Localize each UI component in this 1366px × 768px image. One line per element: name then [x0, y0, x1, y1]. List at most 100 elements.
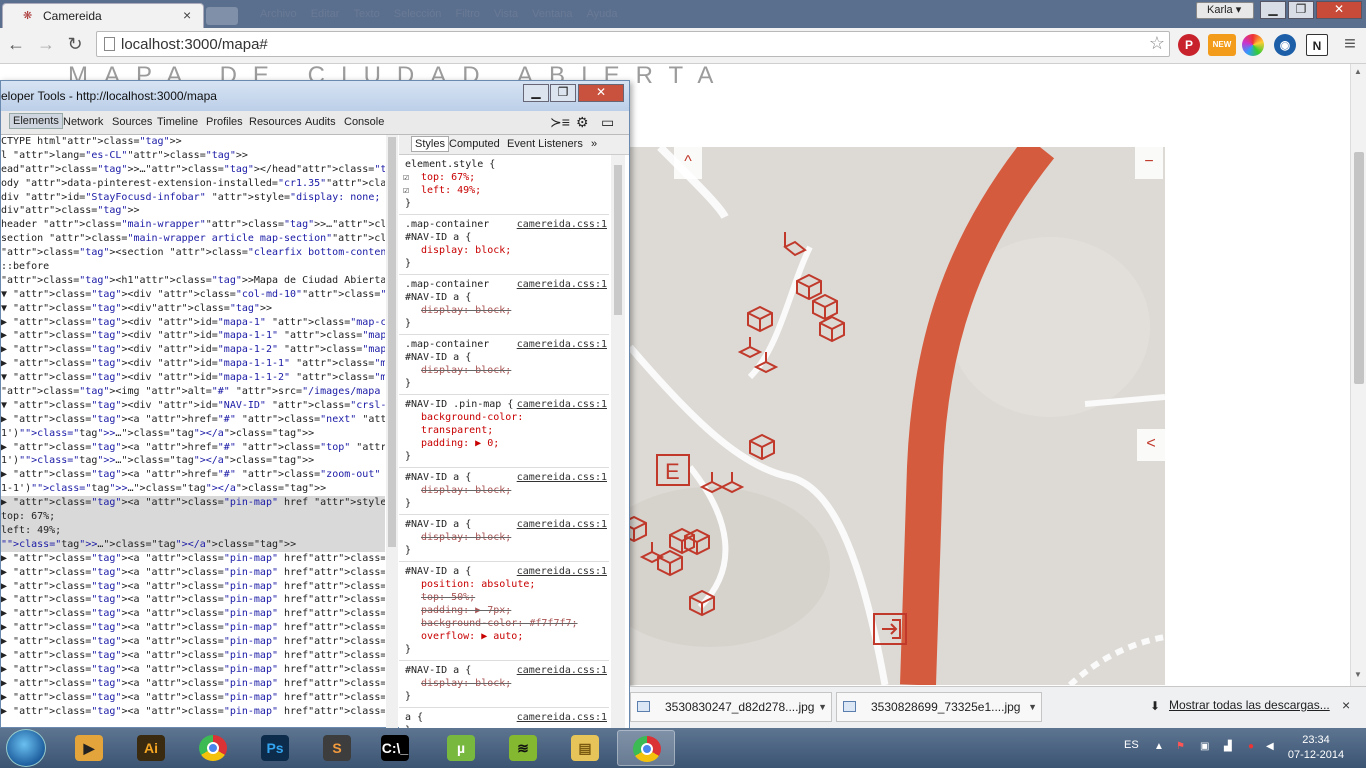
style-rule[interactable]: element.style {☑ top: 67%; ☑ left: 49%;}: [399, 157, 609, 215]
undock-icon[interactable]: ▭: [601, 114, 614, 131]
taskbar-chrome-button[interactable]: [184, 730, 242, 766]
n-extension-icon[interactable]: N: [1306, 34, 1328, 56]
devtools-tab-sources[interactable]: Sources: [112, 116, 152, 128]
css-property[interactable]: transparent;: [421, 425, 493, 436]
dom-node-line[interactable]: ▶ "attr">class="tag"><a "attr">class="pi…: [1, 635, 385, 649]
map-next-button[interactable]: <: [1137, 429, 1165, 461]
dom-node-line[interactable]: ▶ "attr">class="tag"><a "attr">class="pi…: [1, 649, 385, 663]
dom-node-line[interactable]: CTYPE html"attr">class="tag">>: [1, 135, 385, 149]
rule-source-link[interactable]: camereida.css:1: [517, 566, 607, 577]
dom-node-line[interactable]: "">class="tag">>…">class="tag"></a">clas…: [1, 537, 385, 552]
styles-tab-computed[interactable]: Computed: [449, 138, 500, 150]
download-item[interactable]: 3530828699_73325e1....jpg ▼: [836, 692, 1042, 722]
css-property[interactable]: ☑ top: 67%;: [403, 172, 475, 183]
address-url[interactable]: localhost:3000/mapa#: [121, 36, 268, 53]
style-rule[interactable]: .map-container camereida.css:1 #NAV-ID a {…: [399, 277, 609, 335]
show-all-downloads-link[interactable]: Mostrar todas las descargas...: [1169, 698, 1330, 712]
devtools-minimize-button[interactable]: ▁: [523, 84, 549, 102]
profile-button[interactable]: Karla ▾: [1196, 2, 1254, 19]
rule-source-link[interactable]: camereida.css:1: [517, 279, 607, 290]
dom-node-line[interactable]: ▶ "attr">class="tag"><a "attr">class="pi…: [1, 496, 385, 511]
dom-node-line[interactable]: ▶ "attr">class="tag"><a "attr">class="pi…: [1, 677, 385, 691]
rule-source-link[interactable]: camereida.css:1: [517, 665, 607, 676]
css-property[interactable]: background-color:: [421, 412, 523, 423]
reload-icon[interactable]: ↻: [63, 32, 87, 56]
devtools-tab-resources[interactable]: Resources: [249, 116, 302, 128]
dom-node-line[interactable]: ▶ "attr">class="tag"><a "attr">class="pi…: [1, 566, 385, 580]
page-scrollbar[interactable]: ▲ ▼: [1350, 64, 1366, 686]
css-property[interactable]: ☑ left: 49%;: [403, 185, 481, 196]
styles-tab-styles[interactable]: Styles: [411, 136, 449, 152]
css-property[interactable]: display: block;: [421, 365, 511, 376]
elements-scrollbar[interactable]: [386, 135, 398, 729]
browser-tab-camereida[interactable]: ❋ Camereida ×: [2, 3, 204, 28]
dom-node-line[interactable]: ▶ "attr">class="tag"><a "attr">href="#" …: [1, 413, 385, 427]
taskbar-illustrator-button[interactable]: Ai: [122, 730, 180, 766]
dom-node-line[interactable]: div"attr">class="tag">>: [1, 204, 385, 218]
chrome-menu-icon[interactable]: ≡: [1338, 32, 1362, 56]
css-property[interactable]: position: absolute;: [421, 579, 535, 590]
css-property[interactable]: padding: ▶ 7px;: [421, 605, 511, 616]
pin-letter[interactable]: E: [665, 459, 680, 484]
dom-node-line[interactable]: ▼ "attr">class="tag"><div "attr">id="NAV…: [1, 399, 385, 413]
dom-node-line[interactable]: ▶ "attr">class="tag"><a "attr">href="#" …: [1, 468, 385, 482]
download-bar-close-icon[interactable]: ×: [1342, 697, 1350, 713]
taskbar-media-player-button[interactable]: ▶: [60, 730, 118, 766]
dom-node-line[interactable]: ▼ "attr">class="tag"><div "attr">id="map…: [1, 371, 385, 385]
styles-scrollbar[interactable]: [611, 155, 625, 729]
taskbar-chrome-active-button[interactable]: [617, 730, 675, 766]
css-property[interactable]: top: 50%;: [421, 592, 475, 603]
style-rule[interactable]: #NAV-ID a {camereida.css:1 display: block…: [399, 470, 609, 515]
tray-expand-icon[interactable]: ▲: [1154, 741, 1166, 753]
tray-app-icon[interactable]: ●: [1248, 741, 1260, 753]
forward-arrow-icon[interactable]: →: [34, 32, 58, 56]
devtools-tab-network[interactable]: Network: [63, 116, 103, 128]
new-extension-icon[interactable]: NEW: [1208, 34, 1236, 56]
dom-node-line[interactable]: ▼ "attr">class="tag"><div "attr">class="…: [1, 288, 385, 302]
styles-tab-event-listeners[interactable]: Event Listeners: [507, 138, 583, 150]
dom-node-line[interactable]: "attr">class="tag"><h1"attr">class="tag"…: [1, 274, 385, 288]
download-item[interactable]: 3530830247_d82d278....jpg ▼: [630, 692, 832, 722]
colorpicker-extension-icon[interactable]: [1242, 34, 1264, 56]
scroll-up-icon[interactable]: ▲: [1354, 67, 1362, 76]
dom-node-line[interactable]: section "attr">class="main-wrapper artic…: [1, 232, 385, 246]
dom-node-line[interactable]: ▶ "attr">class="tag"><div "attr">id="map…: [1, 329, 385, 343]
dom-node-line[interactable]: ▶ "attr">class="tag"><a "attr">class="pi…: [1, 621, 385, 635]
devtools-tab-console[interactable]: Console: [344, 116, 384, 128]
style-rule[interactable]: .map-container camereida.css:1 #NAV-ID a {…: [399, 217, 609, 275]
devtools-tab-timeline[interactable]: Timeline: [157, 116, 198, 128]
taskbar-spotify-button[interactable]: ≋: [494, 730, 552, 766]
back-arrow-icon[interactable]: ←: [4, 32, 28, 56]
style-rule[interactable]: a {camereida.css:1}: [399, 710, 609, 729]
dom-node-line[interactable]: ▶ "attr">class="tag"><a "attr">class="pi…: [1, 663, 385, 677]
style-rule[interactable]: #NAV-ID a {camereida.css:1 display: block…: [399, 663, 609, 708]
dom-node-line[interactable]: ▶ "attr">class="tag"><a "attr">class="pi…: [1, 691, 385, 705]
dom-node-line[interactable]: div "attr">id="StayFocusd-infobar" "attr…: [1, 191, 385, 205]
dom-node-line[interactable]: ody "attr">data-pinterest-extension-inst…: [1, 177, 385, 191]
window-maximize-button[interactable]: ❐: [1288, 1, 1314, 19]
rule-source-link[interactable]: camereida.css:1: [517, 712, 607, 723]
taskbar-utorrent-button[interactable]: µ: [432, 730, 490, 766]
taskbar-sublime-button[interactable]: S: [308, 730, 366, 766]
dom-node-line[interactable]: "attr">class="tag"><img "attr">alt="#" "…: [1, 385, 385, 399]
dom-node-line[interactable]: ▶ "attr">class="tag"><div "attr">id="map…: [1, 343, 385, 357]
elements-panel[interactable]: CTYPE html"attr">class="tag">> l "attr">l…: [1, 135, 385, 729]
address-bar[interactable]: localhost:3000/mapa# ☆: [96, 31, 1170, 57]
dom-node-line[interactable]: "attr">class="tag"><section "attr">class…: [1, 246, 385, 260]
download-menu-icon[interactable]: ▼: [1028, 693, 1037, 721]
dom-node-line[interactable]: 1')"">class="tag">>…">class="tag"></a">c…: [1, 454, 385, 468]
window-close-button[interactable]: ✕: [1316, 1, 1362, 19]
rule-source-link[interactable]: camereida.css:1: [517, 339, 607, 350]
map-zoom-out-button[interactable]: −: [1135, 147, 1163, 179]
style-rule[interactable]: #NAV-ID a {camereida.css:1 position: abso…: [399, 564, 609, 661]
devtools-maximize-button[interactable]: ❐: [550, 84, 576, 102]
style-rule[interactable]: .map-container camereida.css:1 #NAV-ID a {…: [399, 337, 609, 395]
dom-node-line[interactable]: ::before: [1, 260, 385, 274]
window-minimize-button[interactable]: ▁: [1260, 1, 1286, 19]
taskbar-clock[interactable]: 23:34 07-12-2014: [1286, 733, 1346, 763]
bookmark-star-icon[interactable]: ☆: [1149, 33, 1165, 54]
input-language[interactable]: ES: [1124, 739, 1139, 751]
download-menu-icon[interactable]: ▼: [818, 693, 827, 721]
css-property[interactable]: display: block;: [421, 305, 511, 316]
styles-scrollbar-thumb[interactable]: [614, 165, 622, 315]
